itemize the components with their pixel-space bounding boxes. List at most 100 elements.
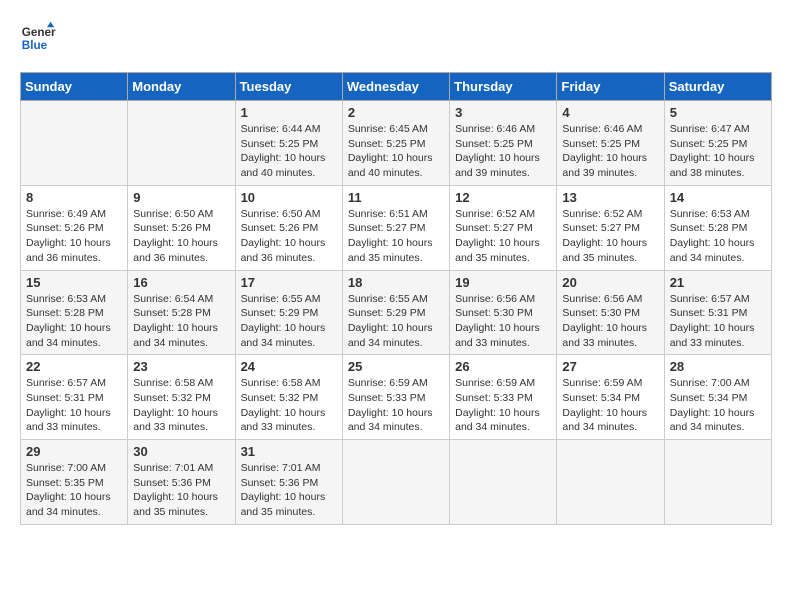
page-header: General Blue <box>20 20 772 56</box>
calendar-cell: 1 Sunrise: 6:44 AM Sunset: 5:25 PM Dayli… <box>235 101 342 186</box>
calendar-cell: 19 Sunrise: 6:56 AM Sunset: 5:30 PM Dayl… <box>450 270 557 355</box>
calendar-cell: 4 Sunrise: 6:46 AM Sunset: 5:25 PM Dayli… <box>557 101 664 186</box>
calendar-cell: 21 Sunrise: 6:57 AM Sunset: 5:31 PM Dayl… <box>664 270 771 355</box>
calendar-cell <box>21 101 128 186</box>
day-info: Sunrise: 6:49 AM Sunset: 5:26 PM Dayligh… <box>26 207 122 266</box>
calendar-cell: 30 Sunrise: 7:01 AM Sunset: 5:36 PM Dayl… <box>128 440 235 525</box>
day-info: Sunrise: 7:00 AM Sunset: 5:35 PM Dayligh… <box>26 461 122 520</box>
day-info: Sunrise: 6:47 AM Sunset: 5:25 PM Dayligh… <box>670 122 766 181</box>
calendar-cell: 9 Sunrise: 6:50 AM Sunset: 5:26 PM Dayli… <box>128 185 235 270</box>
header-cell-friday: Friday <box>557 73 664 101</box>
calendar-cell <box>664 440 771 525</box>
calendar-cell <box>557 440 664 525</box>
day-info: Sunrise: 6:46 AM Sunset: 5:25 PM Dayligh… <box>455 122 551 181</box>
day-number: 4 <box>562 105 658 120</box>
day-number: 28 <box>670 359 766 374</box>
day-number: 29 <box>26 444 122 459</box>
header-cell-tuesday: Tuesday <box>235 73 342 101</box>
day-number: 22 <box>26 359 122 374</box>
calendar-cell: 15 Sunrise: 6:53 AM Sunset: 5:28 PM Dayl… <box>21 270 128 355</box>
day-number: 15 <box>26 275 122 290</box>
day-info: Sunrise: 6:53 AM Sunset: 5:28 PM Dayligh… <box>26 292 122 351</box>
header-cell-thursday: Thursday <box>450 73 557 101</box>
day-info: Sunrise: 6:44 AM Sunset: 5:25 PM Dayligh… <box>241 122 337 181</box>
calendar-cell: 29 Sunrise: 7:00 AM Sunset: 5:35 PM Dayl… <box>21 440 128 525</box>
calendar-cell: 20 Sunrise: 6:56 AM Sunset: 5:30 PM Dayl… <box>557 270 664 355</box>
svg-text:Blue: Blue <box>22 39 48 52</box>
header-cell-saturday: Saturday <box>664 73 771 101</box>
calendar-cell: 14 Sunrise: 6:53 AM Sunset: 5:28 PM Dayl… <box>664 185 771 270</box>
header-cell-wednesday: Wednesday <box>342 73 449 101</box>
calendar-cell <box>450 440 557 525</box>
day-number: 27 <box>562 359 658 374</box>
day-info: Sunrise: 6:59 AM Sunset: 5:33 PM Dayligh… <box>455 376 551 435</box>
day-number: 9 <box>133 190 229 205</box>
day-info: Sunrise: 6:56 AM Sunset: 5:30 PM Dayligh… <box>455 292 551 351</box>
day-info: Sunrise: 6:54 AM Sunset: 5:28 PM Dayligh… <box>133 292 229 351</box>
calendar-cell: 5 Sunrise: 6:47 AM Sunset: 5:25 PM Dayli… <box>664 101 771 186</box>
calendar-cell: 28 Sunrise: 7:00 AM Sunset: 5:34 PM Dayl… <box>664 355 771 440</box>
day-number: 20 <box>562 275 658 290</box>
day-number: 13 <box>562 190 658 205</box>
calendar-cell: 2 Sunrise: 6:45 AM Sunset: 5:25 PM Dayli… <box>342 101 449 186</box>
calendar-body: 1 Sunrise: 6:44 AM Sunset: 5:25 PM Dayli… <box>21 101 772 525</box>
logo-icon: General Blue <box>20 20 56 56</box>
calendar-cell: 11 Sunrise: 6:51 AM Sunset: 5:27 PM Dayl… <box>342 185 449 270</box>
day-number: 12 <box>455 190 551 205</box>
calendar-cell: 12 Sunrise: 6:52 AM Sunset: 5:27 PM Dayl… <box>450 185 557 270</box>
day-number: 16 <box>133 275 229 290</box>
day-number: 5 <box>670 105 766 120</box>
calendar-cell: 31 Sunrise: 7:01 AM Sunset: 5:36 PM Dayl… <box>235 440 342 525</box>
calendar-cell: 23 Sunrise: 6:58 AM Sunset: 5:32 PM Dayl… <box>128 355 235 440</box>
header-cell-monday: Monday <box>128 73 235 101</box>
day-number: 11 <box>348 190 444 205</box>
day-info: Sunrise: 6:50 AM Sunset: 5:26 PM Dayligh… <box>241 207 337 266</box>
calendar-cell <box>128 101 235 186</box>
calendar-cell: 16 Sunrise: 6:54 AM Sunset: 5:28 PM Dayl… <box>128 270 235 355</box>
calendar-cell: 26 Sunrise: 6:59 AM Sunset: 5:33 PM Dayl… <box>450 355 557 440</box>
calendar-week-2: 15 Sunrise: 6:53 AM Sunset: 5:28 PM Dayl… <box>21 270 772 355</box>
day-number: 19 <box>455 275 551 290</box>
calendar-week-4: 29 Sunrise: 7:00 AM Sunset: 5:35 PM Dayl… <box>21 440 772 525</box>
day-info: Sunrise: 6:53 AM Sunset: 5:28 PM Dayligh… <box>670 207 766 266</box>
day-info: Sunrise: 6:59 AM Sunset: 5:33 PM Dayligh… <box>348 376 444 435</box>
day-number: 24 <box>241 359 337 374</box>
day-info: Sunrise: 6:46 AM Sunset: 5:25 PM Dayligh… <box>562 122 658 181</box>
day-info: Sunrise: 6:56 AM Sunset: 5:30 PM Dayligh… <box>562 292 658 351</box>
day-number: 10 <box>241 190 337 205</box>
calendar-cell: 22 Sunrise: 6:57 AM Sunset: 5:31 PM Dayl… <box>21 355 128 440</box>
calendar-cell: 17 Sunrise: 6:55 AM Sunset: 5:29 PM Dayl… <box>235 270 342 355</box>
calendar-cell: 10 Sunrise: 6:50 AM Sunset: 5:26 PM Dayl… <box>235 185 342 270</box>
day-info: Sunrise: 7:01 AM Sunset: 5:36 PM Dayligh… <box>133 461 229 520</box>
day-number: 17 <box>241 275 337 290</box>
calendar-cell: 8 Sunrise: 6:49 AM Sunset: 5:26 PM Dayli… <box>21 185 128 270</box>
day-info: Sunrise: 6:45 AM Sunset: 5:25 PM Dayligh… <box>348 122 444 181</box>
day-info: Sunrise: 6:55 AM Sunset: 5:29 PM Dayligh… <box>241 292 337 351</box>
day-number: 30 <box>133 444 229 459</box>
day-info: Sunrise: 6:55 AM Sunset: 5:29 PM Dayligh… <box>348 292 444 351</box>
calendar-cell: 24 Sunrise: 6:58 AM Sunset: 5:32 PM Dayl… <box>235 355 342 440</box>
day-info: Sunrise: 7:00 AM Sunset: 5:34 PM Dayligh… <box>670 376 766 435</box>
day-number: 31 <box>241 444 337 459</box>
day-info: Sunrise: 6:52 AM Sunset: 5:27 PM Dayligh… <box>562 207 658 266</box>
day-number: 1 <box>241 105 337 120</box>
calendar-header-row: SundayMondayTuesdayWednesdayThursdayFrid… <box>21 73 772 101</box>
calendar-week-1: 8 Sunrise: 6:49 AM Sunset: 5:26 PM Dayli… <box>21 185 772 270</box>
day-info: Sunrise: 6:58 AM Sunset: 5:32 PM Dayligh… <box>133 376 229 435</box>
header-cell-sunday: Sunday <box>21 73 128 101</box>
day-number: 18 <box>348 275 444 290</box>
day-info: Sunrise: 6:50 AM Sunset: 5:26 PM Dayligh… <box>133 207 229 266</box>
day-number: 14 <box>670 190 766 205</box>
calendar-cell: 27 Sunrise: 6:59 AM Sunset: 5:34 PM Dayl… <box>557 355 664 440</box>
day-info: Sunrise: 7:01 AM Sunset: 5:36 PM Dayligh… <box>241 461 337 520</box>
day-info: Sunrise: 6:58 AM Sunset: 5:32 PM Dayligh… <box>241 376 337 435</box>
day-info: Sunrise: 6:52 AM Sunset: 5:27 PM Dayligh… <box>455 207 551 266</box>
logo: General Blue <box>20 20 56 56</box>
day-info: Sunrise: 6:51 AM Sunset: 5:27 PM Dayligh… <box>348 207 444 266</box>
day-number: 25 <box>348 359 444 374</box>
day-info: Sunrise: 6:57 AM Sunset: 5:31 PM Dayligh… <box>26 376 122 435</box>
day-info: Sunrise: 6:59 AM Sunset: 5:34 PM Dayligh… <box>562 376 658 435</box>
day-number: 26 <box>455 359 551 374</box>
calendar-cell: 18 Sunrise: 6:55 AM Sunset: 5:29 PM Dayl… <box>342 270 449 355</box>
day-info: Sunrise: 6:57 AM Sunset: 5:31 PM Dayligh… <box>670 292 766 351</box>
